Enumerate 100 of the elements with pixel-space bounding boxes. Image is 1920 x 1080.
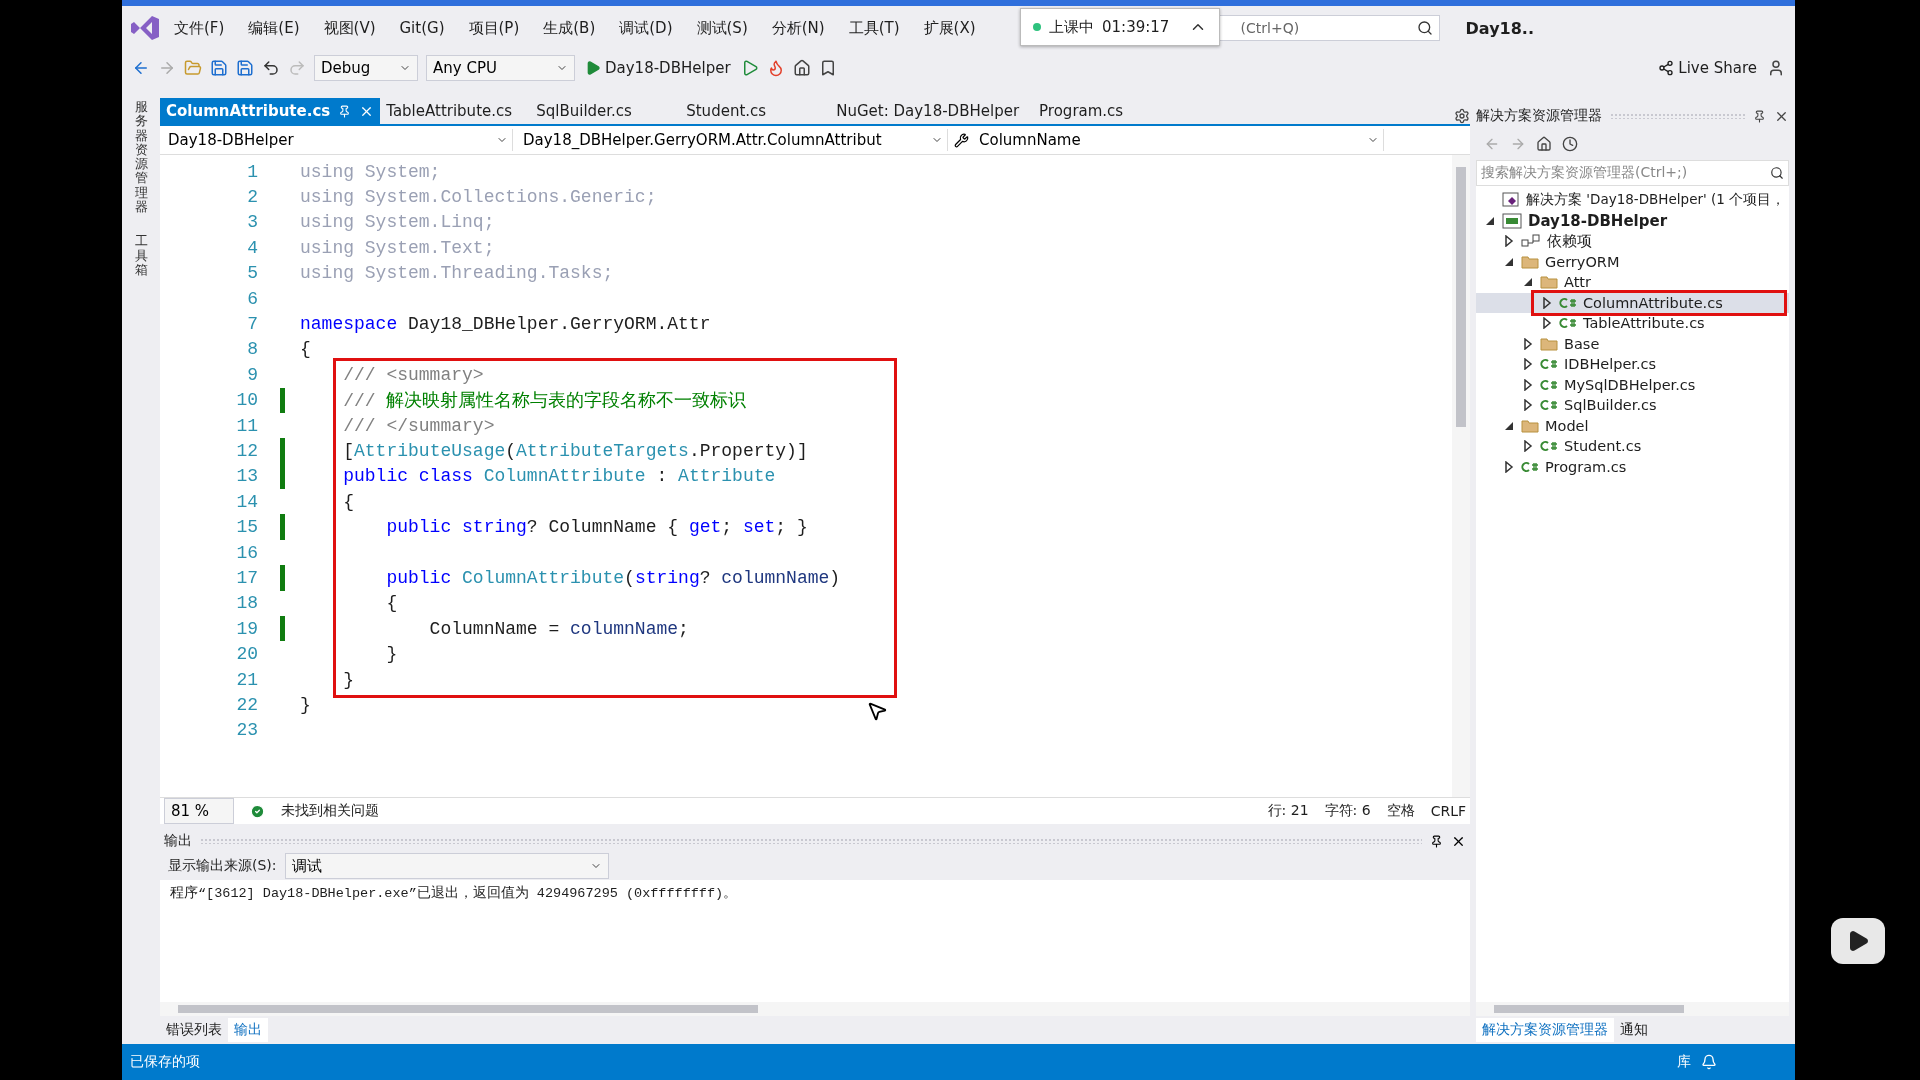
expand-arrow-icon[interactable] [1522, 399, 1534, 412]
pin-icon[interactable] [1753, 109, 1766, 123]
line-number: 22 [235, 694, 258, 715]
platform-dropdown[interactable]: Any CPU [426, 55, 575, 81]
tree-item[interactable]: IDBHelper.cs [1476, 354, 1789, 375]
type-dropdown[interactable]: Day18_DBHelper.GerryORM.Attr.ColumnAttribut [519, 129, 948, 151]
menu-item[interactable]: 调试(D) [609, 14, 683, 42]
tree-item[interactable]: Attr [1476, 272, 1789, 293]
panel-title: 输出 [164, 832, 192, 850]
menu-item[interactable]: 测试(S) [686, 14, 758, 42]
bell-icon[interactable] [1701, 1054, 1717, 1070]
menu-item[interactable]: 分析(N) [761, 14, 835, 42]
live-share-button[interactable]: Live Share [1656, 57, 1759, 79]
code-line: { [342, 491, 354, 512]
tree-item[interactable]: 依赖项 [1476, 231, 1789, 252]
code-line: public string? ColumnName { get; set; } [385, 517, 808, 538]
account-icon[interactable] [1767, 59, 1785, 77]
line-number: 14 [235, 491, 258, 512]
tree-item[interactable]: Model [1476, 415, 1789, 436]
menu-item[interactable]: 文件(F) [164, 14, 235, 42]
code-line: public ColumnAttribute(string? columnName) [385, 567, 841, 588]
search-icon[interactable] [1770, 166, 1784, 180]
tree-item[interactable]: SqlBuilder.cs [1476, 395, 1789, 416]
history-icon[interactable] [1562, 136, 1578, 152]
timer-popup: 上课中 01:39:17 [1020, 8, 1220, 46]
code-line: /// </summary> [342, 415, 495, 436]
folder-icon [1540, 336, 1558, 351]
tree-item[interactable]: 解决方案 'Day18-DBHelper' (1 个项目， [1476, 190, 1789, 211]
tree-item[interactable]: Day18-DBHelper [1476, 210, 1789, 231]
document-tab[interactable]: TableAttribute.cs [380, 98, 531, 124]
settings-icon[interactable] [1454, 108, 1470, 124]
expand-arrow-icon[interactable] [1503, 460, 1515, 473]
play-button[interactable] [1830, 918, 1885, 964]
home-icon[interactable] [792, 59, 811, 77]
configuration-dropdown[interactable]: Debug [314, 55, 418, 81]
search-field[interactable]: 搜索解决方案资源管理器(Ctrl+;) [1476, 160, 1789, 186]
expand-arrow-icon[interactable] [1522, 337, 1534, 350]
expand-arrow-icon[interactable] [1541, 317, 1553, 330]
tree-item[interactable]: Base [1476, 333, 1789, 354]
tree-item[interactable]: MySqlDBHelper.cs [1476, 374, 1789, 395]
expand-arrow-icon[interactable] [1541, 296, 1553, 309]
panel-tab[interactable]: 输出 [228, 1018, 268, 1042]
whitespace-indicator: 空格 [1386, 802, 1415, 820]
document-tab[interactable]: Student.cs [680, 98, 831, 124]
menu-item[interactable]: 视图(V) [313, 14, 386, 42]
zoom-dropdown[interactable]: 81 % [164, 798, 234, 824]
side-panel-tab[interactable]: 服务器资源管理器 [134, 100, 148, 215]
save-icon[interactable] [210, 59, 228, 77]
menu-item[interactable]: 工具(T) [838, 14, 910, 42]
expand-arrow-icon[interactable] [1522, 378, 1534, 391]
document-tab[interactable]: NuGet: Day18-DBHelper [830, 98, 1034, 124]
panel-tab[interactable]: 通知 [1614, 1018, 1654, 1042]
line-number: 20 [235, 644, 258, 665]
scrollbar-thumb[interactable] [1456, 167, 1466, 427]
line-indicator: 行: 21 [1267, 802, 1309, 820]
panel-tab[interactable]: 错误列表 [160, 1018, 228, 1042]
menu-item[interactable]: 生成(B) [533, 14, 606, 42]
code-line: using System.Collections.Generic; [300, 187, 657, 208]
search-icon[interactable] [1416, 20, 1433, 36]
project-dropdown[interactable]: Day18-DBHelper [164, 129, 513, 151]
line-number: 10 [235, 390, 258, 411]
line-number: 17 [235, 567, 258, 588]
repository-button[interactable]: 库 [1677, 1053, 1691, 1071]
home-icon[interactable] [1536, 136, 1552, 152]
scrollbar-thumb[interactable] [1494, 1005, 1684, 1013]
menu-item[interactable]: 扩展(X) [913, 14, 986, 42]
panel-title: 解决方案资源管理器 [1476, 107, 1602, 125]
menu-item[interactable]: Git(G) [389, 15, 455, 41]
panel-tab[interactable]: 解决方案资源管理器 [1476, 1018, 1614, 1042]
pin-icon[interactable] [1430, 834, 1443, 848]
csharp-file-icon [1540, 440, 1558, 453]
start-button[interactable]: Day18-DBHelper [583, 57, 733, 79]
back-icon[interactable] [132, 59, 150, 77]
side-panel-tab[interactable]: 工具箱 [134, 234, 148, 278]
collapse-arrow-icon[interactable] [1522, 276, 1534, 289]
scrollbar-thumb[interactable] [178, 1005, 758, 1013]
output-text: 程序“[3612] Day18-DBHelper.exe”已退出，返回值为 4294967295 (0xffffffff)。 [170, 886, 738, 901]
output-source-dropdown[interactable]: 调试 [284, 853, 609, 879]
tree-item[interactable]: TableAttribute.cs [1476, 313, 1789, 334]
app-logo-icon[interactable] [130, 14, 160, 42]
menu-item[interactable]: 编辑(E) [238, 14, 310, 42]
save-all-icon[interactable] [236, 59, 254, 77]
expand-arrow-icon[interactable] [1522, 358, 1534, 371]
code-line: ColumnName = columnName; [428, 618, 689, 639]
expand-arrow-icon[interactable] [1503, 235, 1515, 248]
member-dropdown[interactable]: ColumnName [975, 129, 1384, 151]
line-number: 3 [246, 212, 258, 233]
line-number: 13 [235, 466, 258, 487]
csharp-file-icon [1540, 378, 1558, 391]
menu-item[interactable]: 项目(P) [458, 14, 530, 42]
code-line: public class ColumnAttribute : Attribute [342, 466, 776, 487]
document-tab[interactable]: SqlBuilder.cs [530, 98, 681, 124]
expand-arrow-icon[interactable] [1522, 440, 1534, 453]
tree-item[interactable]: Program.cs [1476, 456, 1789, 477]
document-tab[interactable]: Program.cs [1033, 98, 1184, 124]
tree-item[interactable]: ColumnAttribute.cs [1476, 292, 1789, 313]
char-indicator: 字符: 6 [1324, 802, 1371, 820]
tree-item[interactable]: GerryORM [1476, 251, 1789, 272]
undo-icon[interactable] [262, 59, 280, 77]
tree-item[interactable]: Student.cs [1476, 436, 1789, 457]
